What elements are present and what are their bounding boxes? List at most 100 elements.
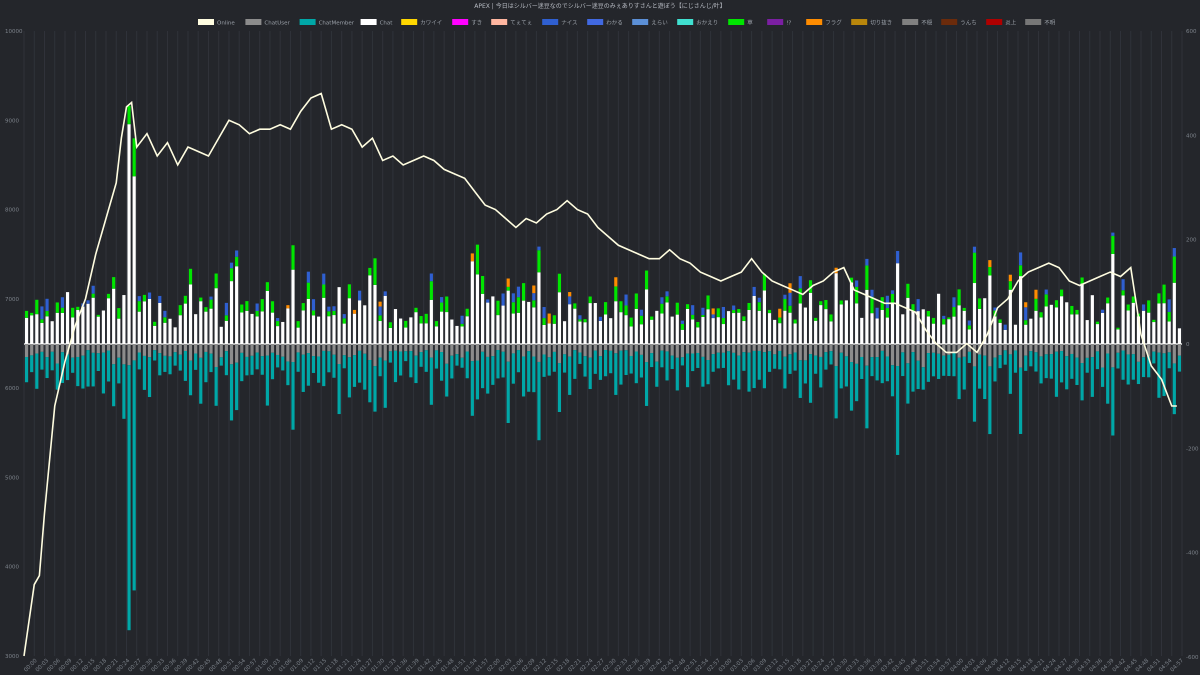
chatuser-bar xyxy=(773,344,777,355)
chatmember-bar xyxy=(260,356,264,375)
kusa-bar xyxy=(306,282,310,299)
chatuser-bar xyxy=(655,344,659,362)
chatuser-bar xyxy=(347,344,351,358)
chat-bar xyxy=(839,304,843,344)
chat-bar xyxy=(506,290,510,344)
chatmember-bar xyxy=(691,353,695,372)
kusa-bar xyxy=(71,307,75,318)
kusa-bar xyxy=(885,308,889,318)
chatuser-bar xyxy=(276,344,280,355)
chatmember-bar xyxy=(378,357,382,377)
chat-bar xyxy=(1085,320,1089,344)
chatuser-bar xyxy=(96,344,100,354)
chat-bar xyxy=(291,269,295,344)
y-left-tick: 3000 xyxy=(5,654,19,660)
chatuser-bar xyxy=(1054,344,1059,352)
chatmember-bar xyxy=(1029,351,1033,367)
chat-bar xyxy=(363,305,367,344)
chatuser-bar xyxy=(486,344,490,357)
chat-bar xyxy=(557,292,562,344)
chat-bar xyxy=(229,281,234,344)
chatmember-bar xyxy=(1008,354,1012,394)
chatmember-bar xyxy=(1075,357,1079,385)
chat-bar xyxy=(603,314,608,344)
chat-bar xyxy=(481,293,485,344)
kusa-bar xyxy=(931,317,936,324)
chatmember-bar xyxy=(358,350,362,383)
chatuser-bar xyxy=(434,344,439,351)
chatmember-bar xyxy=(465,351,469,379)
chat-bar xyxy=(1034,310,1038,344)
chatmember-bar xyxy=(496,350,500,379)
kusa-bar xyxy=(1024,320,1028,325)
legend-label: うんち xyxy=(960,20,977,27)
kusa-bar xyxy=(342,318,346,324)
chatuser-bar xyxy=(250,344,254,356)
chatmember-bar xyxy=(281,356,285,371)
chatmember-bar xyxy=(199,357,203,404)
kusa-bar xyxy=(542,318,546,325)
legend-label: フラグ xyxy=(825,19,842,27)
chatmember-bar xyxy=(296,352,300,372)
chat-bar xyxy=(537,272,541,344)
chat-bar xyxy=(752,295,756,344)
chatmember-bar xyxy=(209,353,213,373)
chatmember-bar xyxy=(106,350,111,382)
chat-bar xyxy=(885,317,889,344)
kusa-bar xyxy=(998,319,1002,323)
x-tick: 04:57 xyxy=(1170,658,1186,674)
chatmember-bar xyxy=(368,360,372,403)
chatmember-bar xyxy=(219,357,223,366)
nice-bar xyxy=(578,315,582,320)
chatmember-bar xyxy=(409,351,413,378)
chat-bar xyxy=(440,311,444,344)
chatuser-bar xyxy=(706,344,710,361)
kusa-bar xyxy=(35,299,39,315)
nice-bar xyxy=(624,294,628,306)
chatuser-bar xyxy=(972,344,977,367)
chatuser-bar xyxy=(1070,344,1074,354)
chatmember-bar xyxy=(214,366,218,406)
nice-bar xyxy=(460,315,464,324)
legend-swatch xyxy=(851,19,868,25)
kusa-bar xyxy=(732,310,736,314)
chatmember-bar xyxy=(947,354,951,377)
chatuser-bar xyxy=(624,344,628,351)
chatuser-bar xyxy=(993,344,997,358)
legend-label: 草 xyxy=(747,19,753,27)
chat-bar xyxy=(675,314,679,344)
chatmember-bar xyxy=(701,356,705,387)
chat-bar xyxy=(644,289,649,344)
kusa-bar xyxy=(327,311,331,317)
nice-bar xyxy=(255,303,259,312)
chatmember-bar xyxy=(650,353,654,368)
chatmember-bar xyxy=(624,350,628,375)
kusa-bar xyxy=(762,273,766,291)
chat-bar xyxy=(163,322,167,344)
chatuser-bar xyxy=(1008,344,1012,355)
chatuser-bar xyxy=(598,344,603,357)
chatuser-bar xyxy=(1177,344,1182,356)
kusa-bar xyxy=(906,283,910,298)
kusa-bar xyxy=(60,307,65,313)
chat-bar xyxy=(793,323,797,344)
chat-bar xyxy=(112,288,116,344)
kusa-bar xyxy=(603,302,608,315)
chatuser-bar xyxy=(378,344,382,358)
chat-bar xyxy=(399,318,403,344)
legend: Online ChatUser ChatMember Chat カワイイ すき てぇてぇ ナイ… xyxy=(198,19,1056,27)
chat-bar xyxy=(45,316,49,344)
chatmember-bar xyxy=(71,357,75,373)
chat-bar xyxy=(142,301,146,344)
flag-bar xyxy=(778,308,782,318)
legend-swatch xyxy=(1025,19,1042,25)
chatuser-bar xyxy=(404,344,408,352)
chatmember-bar xyxy=(798,360,802,398)
chatmember-bar xyxy=(388,351,392,363)
chatmember-bar xyxy=(270,352,275,380)
chatmember-bar xyxy=(665,351,669,381)
chatmember-bar xyxy=(1106,353,1110,404)
chatmember-bar xyxy=(1121,350,1125,380)
kusa-bar xyxy=(76,306,80,311)
kusa-bar xyxy=(183,295,187,304)
